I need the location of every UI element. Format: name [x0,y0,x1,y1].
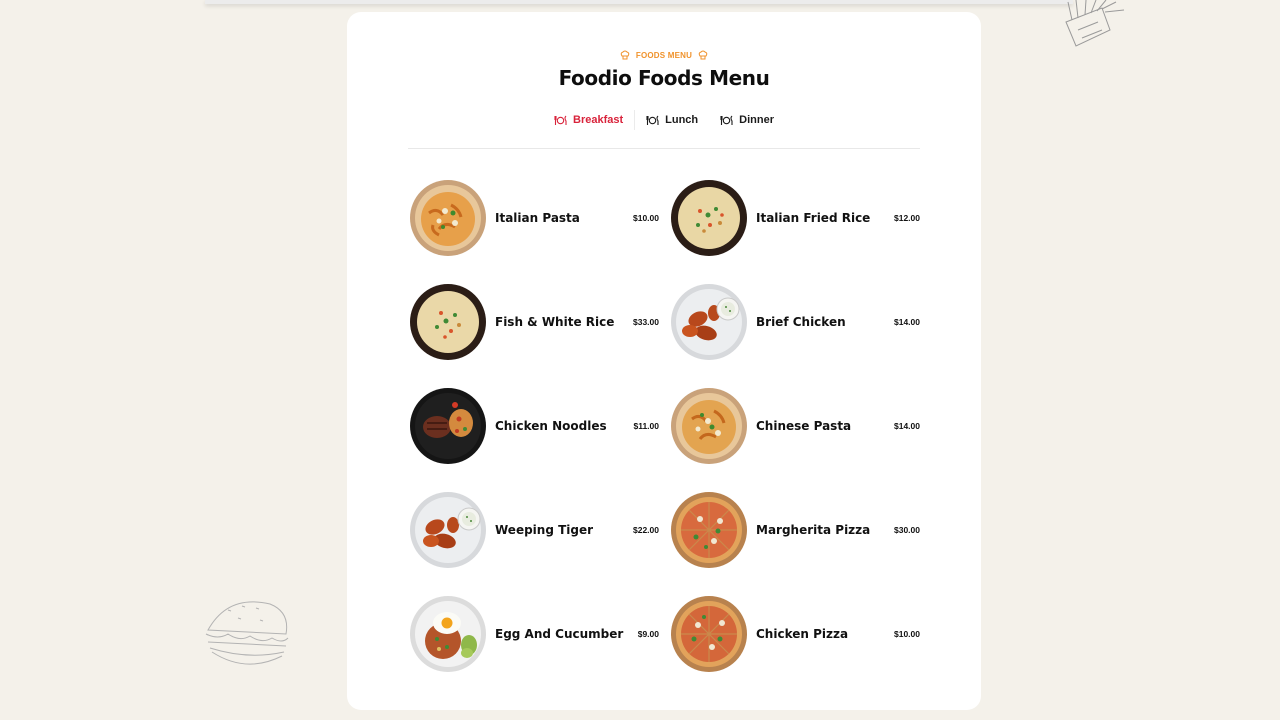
menu-item-name: Weeping Tiger [495,523,594,537]
french-fries-doodle-icon [1065,0,1125,47]
menu-item[interactable]: Brief Chicken $14.00 [670,282,920,362]
utensils-plate-icon [554,115,567,125]
menu-item[interactable]: Chicken Pizza $10.00 [670,594,920,674]
menu-item-name: Margherita Pizza [756,523,871,537]
tab-label: Breakfast [573,114,624,126]
tab-breakfast[interactable]: Breakfast [543,110,634,130]
menu-item[interactable]: Fish & White Rice $33.00 [409,282,659,362]
menu-item-name: Italian Pasta [495,211,580,225]
menu-item-name: Egg And Cucumber [495,627,624,641]
menu-item-price: $11.00 [633,421,659,431]
eyebrow-label: FOODS MENU [635,50,693,60]
menu-item[interactable]: Italian Fried Rice $12.00 [670,178,920,258]
tab-lunch[interactable]: Lunch [635,110,709,130]
menu-item[interactable]: Weeping Tiger $22.00 [409,490,659,570]
menu-item-name: Fish & White Rice [495,315,615,329]
menu-item-price: $12.00 [894,213,920,223]
menu-item-name: Italian Fried Rice [756,211,871,225]
pasta-plate-photo [410,180,486,256]
pizza-photo [671,596,747,672]
pizza-photo [671,492,747,568]
fried-rice-bowl-photo [410,284,486,360]
menu-item-price: $10.00 [894,629,920,639]
burger-doodle-icon [205,601,289,665]
tab-label: Lunch [665,114,699,126]
menu-item-price: $30.00 [894,525,920,535]
utensils-plate-icon [720,115,733,125]
menu-item-name: Chicken Pizza [756,627,849,641]
fried-rice-bowl-photo [671,180,747,256]
menu-item[interactable]: Chicken Noodles $11.00 [409,386,659,466]
menu-card: FOODS MENU Foodio Foods Menu Breakfast L… [347,12,981,710]
menu-item[interactable]: Chinese Pasta $14.00 [670,386,920,466]
menu-item-name: Chicken Noodles [495,419,607,433]
menu-item-price: $9.00 [637,629,659,639]
menu-item[interactable]: Margherita Pizza $30.00 [670,490,920,570]
menu-item-price: $10.00 [633,213,659,223]
meal-tabs: Breakfast Lunch Dinner [347,110,981,130]
chicken-wings-plate-photo [671,284,747,360]
menu-item-price: $22.00 [633,525,659,535]
menu-item-price: $33.00 [633,317,659,327]
menu-item-name: Brief Chicken [756,315,846,329]
header-strip [205,0,1073,4]
menu-item-price: $14.00 [894,317,920,327]
egg-rice-plate-photo [410,596,486,672]
utensils-plate-icon [646,115,659,125]
menu-item[interactable]: Italian Pasta $10.00 [409,178,659,258]
menu-item[interactable]: Egg And Cucumber $9.00 [409,594,659,674]
page-title: Foodio Foods Menu [558,66,770,90]
steak-pasta-plate-photo [410,388,486,464]
chef-hat-icon [620,50,630,60]
pasta-plate-photo [671,388,747,464]
tab-label: Dinner [739,114,774,126]
section-eyebrow: FOODS MENU [347,50,981,60]
section-divider [408,148,920,149]
chicken-wings-plate-photo [410,492,486,568]
menu-grid: Italian Pasta $10.00 Italian Fried Rice … [409,178,920,698]
chef-hat-icon [698,50,708,60]
tab-dinner[interactable]: Dinner [709,110,785,130]
menu-item-name: Chinese Pasta [756,419,852,433]
menu-item-price: $14.00 [894,421,920,431]
